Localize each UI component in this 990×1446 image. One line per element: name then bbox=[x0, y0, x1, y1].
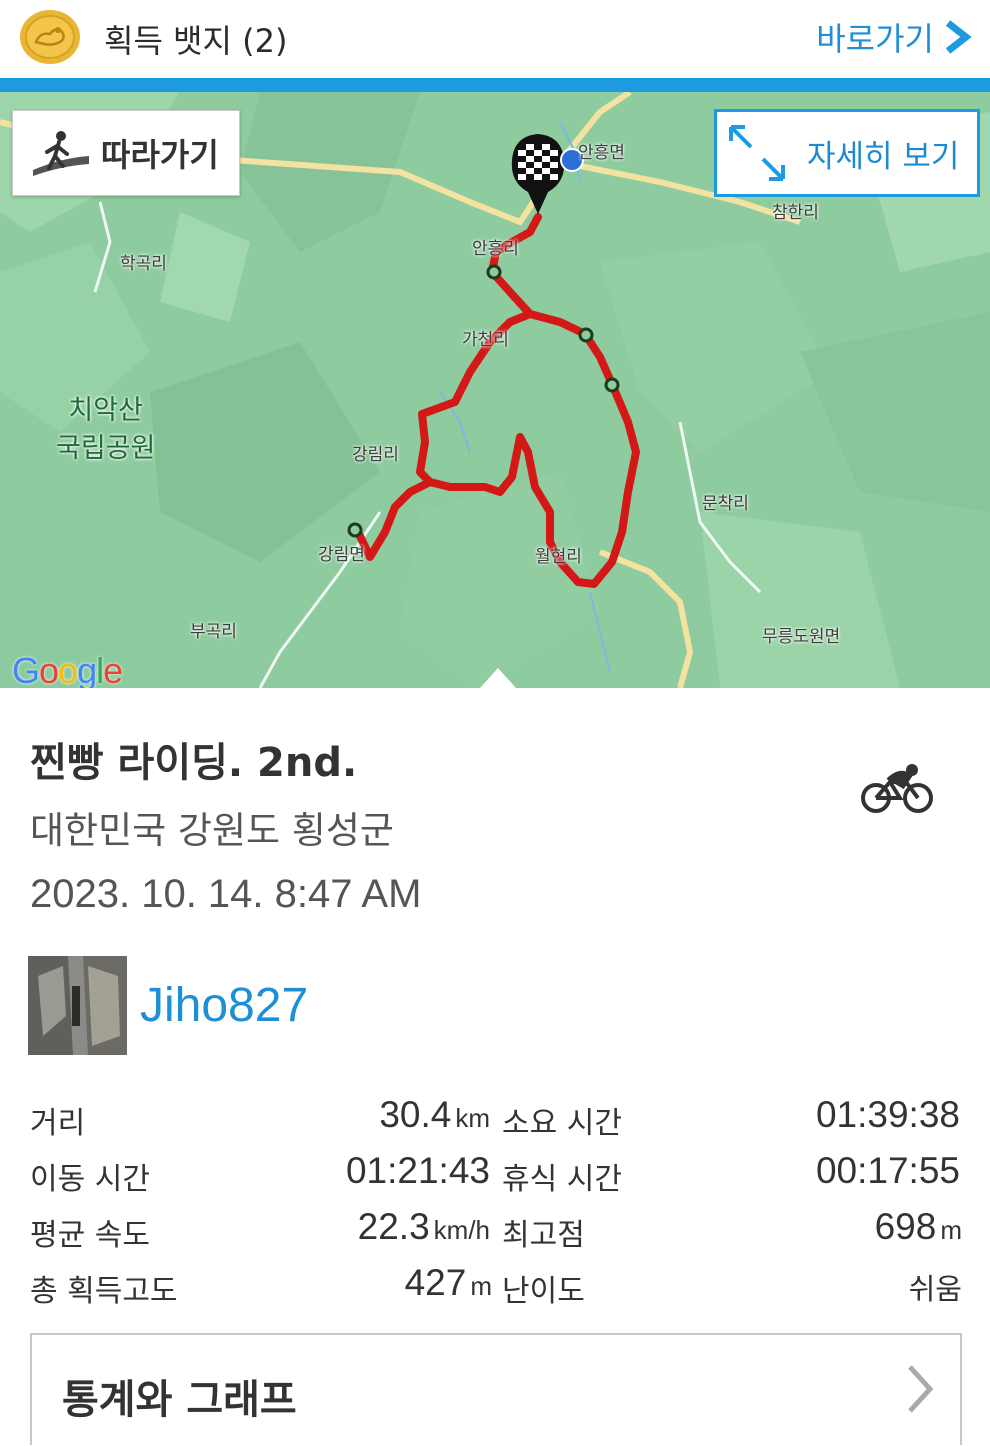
username[interactable]: Jiho827 bbox=[140, 978, 308, 1033]
duration-label: 소요 시간 bbox=[502, 1106, 622, 1141]
max-altitude-value: 698 m bbox=[874, 1206, 962, 1247]
map-label: 강림리 bbox=[352, 445, 399, 465]
google-attribution[interactable]: Google bbox=[12, 650, 123, 688]
bicycle-icon bbox=[861, 764, 933, 813]
map-label: 안흥리 bbox=[472, 239, 519, 259]
goto-link[interactable]: 바로가기 bbox=[816, 14, 972, 60]
follow-button[interactable]: 따라가기 bbox=[12, 110, 240, 196]
rest-time-value: 00:17:55 bbox=[815, 1150, 960, 1191]
medal-icon bbox=[20, 10, 80, 64]
avg-speed-label: 평균 속도 bbox=[30, 1218, 150, 1253]
map-label: 월현리 bbox=[535, 547, 582, 567]
park-label: 치악산 국립공원 bbox=[56, 395, 156, 464]
rest-time-label: 휴식 시간 bbox=[502, 1162, 622, 1197]
elevation-gain-label: 총 획득고도 bbox=[30, 1274, 178, 1309]
chevron-right-icon bbox=[945, 20, 972, 54]
map-label: 안흥면 bbox=[578, 143, 625, 163]
badge-title: 획득 뱃지 (2) bbox=[104, 22, 288, 60]
map-label: 참한리 bbox=[772, 203, 819, 223]
badge-bar[interactable]: 획득 뱃지 (2) 바로가기 bbox=[0, 0, 990, 78]
follow-label: 따라가기 bbox=[101, 136, 219, 174]
distance-value: 30.4 km bbox=[379, 1094, 490, 1135]
max-altitude-label: 최고점 bbox=[502, 1218, 585, 1253]
divider-accent bbox=[0, 78, 990, 92]
hiker-icon bbox=[33, 131, 89, 176]
map-label: 부곡리 bbox=[190, 622, 237, 642]
pointer-caret bbox=[480, 668, 516, 688]
difficulty-label: 난이도 bbox=[502, 1274, 585, 1309]
view-detail-label: 자세히 보기 bbox=[807, 138, 960, 175]
avatar-image bbox=[28, 956, 127, 1055]
elevation-gain-value: 427 m bbox=[404, 1262, 492, 1303]
map-label: 가천리 bbox=[462, 330, 509, 350]
stats-graph-label: 통계와 그래프 bbox=[62, 1377, 297, 1423]
avatar[interactable] bbox=[28, 956, 127, 1055]
avg-speed-value: 22.3 km/h bbox=[357, 1206, 490, 1247]
map-label: 학곡리 bbox=[120, 254, 167, 274]
view-detail-button[interactable]: 자세히 보기 bbox=[714, 109, 980, 197]
expand-icon bbox=[729, 125, 785, 181]
goto-label: 바로가기 bbox=[816, 20, 934, 58]
difficulty-value: 쉬움 bbox=[908, 1272, 962, 1306]
distance-label: 거리 bbox=[30, 1106, 86, 1141]
route-map[interactable]: 따라가기 자세히 보기 안흥면 참한리 안흥리 학곡리 가천리 강림리 강림면 … bbox=[0, 92, 990, 688]
moving-time-value: 01:21:43 bbox=[345, 1150, 490, 1191]
route-location: 대한민국 강원도 횡성군 bbox=[30, 809, 394, 852]
duration-value: 01:39:38 bbox=[815, 1094, 960, 1135]
route-title: 찐빵 라이딩. 2nd. bbox=[30, 740, 358, 786]
chevron-right-icon bbox=[908, 1365, 934, 1413]
map-label: 문착리 bbox=[702, 494, 749, 514]
stats-graph-button[interactable]: 통계와 그래프 bbox=[30, 1333, 962, 1445]
map-label: 강림면 bbox=[318, 545, 365, 565]
route-date: 2023. 10. 14. 8:47 AM bbox=[30, 872, 422, 916]
moving-time-label: 이동 시간 bbox=[30, 1162, 150, 1197]
map-label: 무릉도원면 bbox=[762, 627, 841, 647]
